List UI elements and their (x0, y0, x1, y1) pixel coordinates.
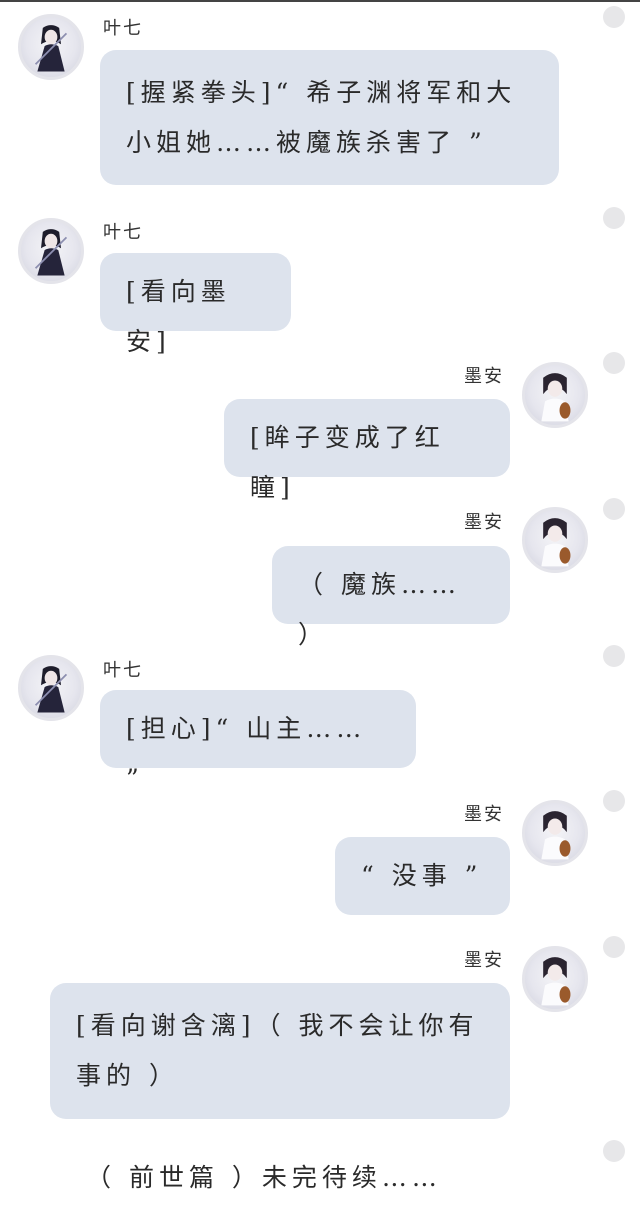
ye-qi-avatar[interactable] (18, 14, 84, 80)
mo-an-avatar[interactable] (522, 800, 588, 866)
status-dot-icon (603, 936, 625, 958)
message-bubble[interactable]: [看向墨安] (100, 253, 291, 356)
status-dot-icon (603, 1140, 625, 1162)
sender-name: 墨安 (464, 804, 504, 825)
ye-qi-avatar[interactable] (18, 655, 84, 721)
status-dot-icon (603, 207, 625, 229)
status-dot-icon (603, 645, 625, 667)
message-bubble[interactable]: [握紧拳头]“ 希子渊将军和大小姐她……被魔族杀害了 ” (100, 50, 559, 185)
mo-an-avatar[interactable] (522, 946, 588, 1012)
sender-name: 叶七 (103, 660, 143, 681)
message-bubble[interactable]: [看向谢含漓]（ 我不会让你有事的 ） (50, 983, 510, 1119)
sender-name: 墨安 (464, 366, 504, 387)
mo-an-avatar[interactable] (522, 507, 588, 573)
status-dot-icon (603, 352, 625, 374)
status-dot-icon (603, 498, 625, 520)
top-divider (0, 0, 640, 2)
character-avatar-icon (541, 811, 571, 860)
character-avatar-icon (541, 373, 571, 422)
message-bubble[interactable]: [眸子变成了红瞳] (224, 399, 510, 502)
character-avatar-icon (541, 518, 571, 567)
to-be-continued-text: （ 前世篇 ）未完待续…… (86, 1163, 442, 1192)
message-bubble[interactable]: “ 没事 ” (335, 837, 510, 915)
status-dot-icon (603, 790, 625, 812)
mo-an-avatar[interactable] (522, 362, 588, 428)
status-dot-icon (603, 6, 625, 28)
message-bubble[interactable]: [担心]“ 山主…… ” (100, 690, 416, 793)
sender-name: 墨安 (464, 512, 504, 533)
sender-name: 叶七 (103, 18, 143, 39)
message-bubble[interactable]: （ 魔族…… ） (272, 546, 510, 649)
character-avatar-icon (34, 666, 68, 713)
sender-name: 墨安 (464, 950, 504, 971)
character-avatar-icon (34, 229, 68, 276)
ye-qi-avatar[interactable] (18, 218, 84, 284)
character-avatar-icon (34, 25, 68, 72)
sender-name: 叶七 (103, 222, 143, 243)
character-avatar-icon (541, 957, 571, 1006)
